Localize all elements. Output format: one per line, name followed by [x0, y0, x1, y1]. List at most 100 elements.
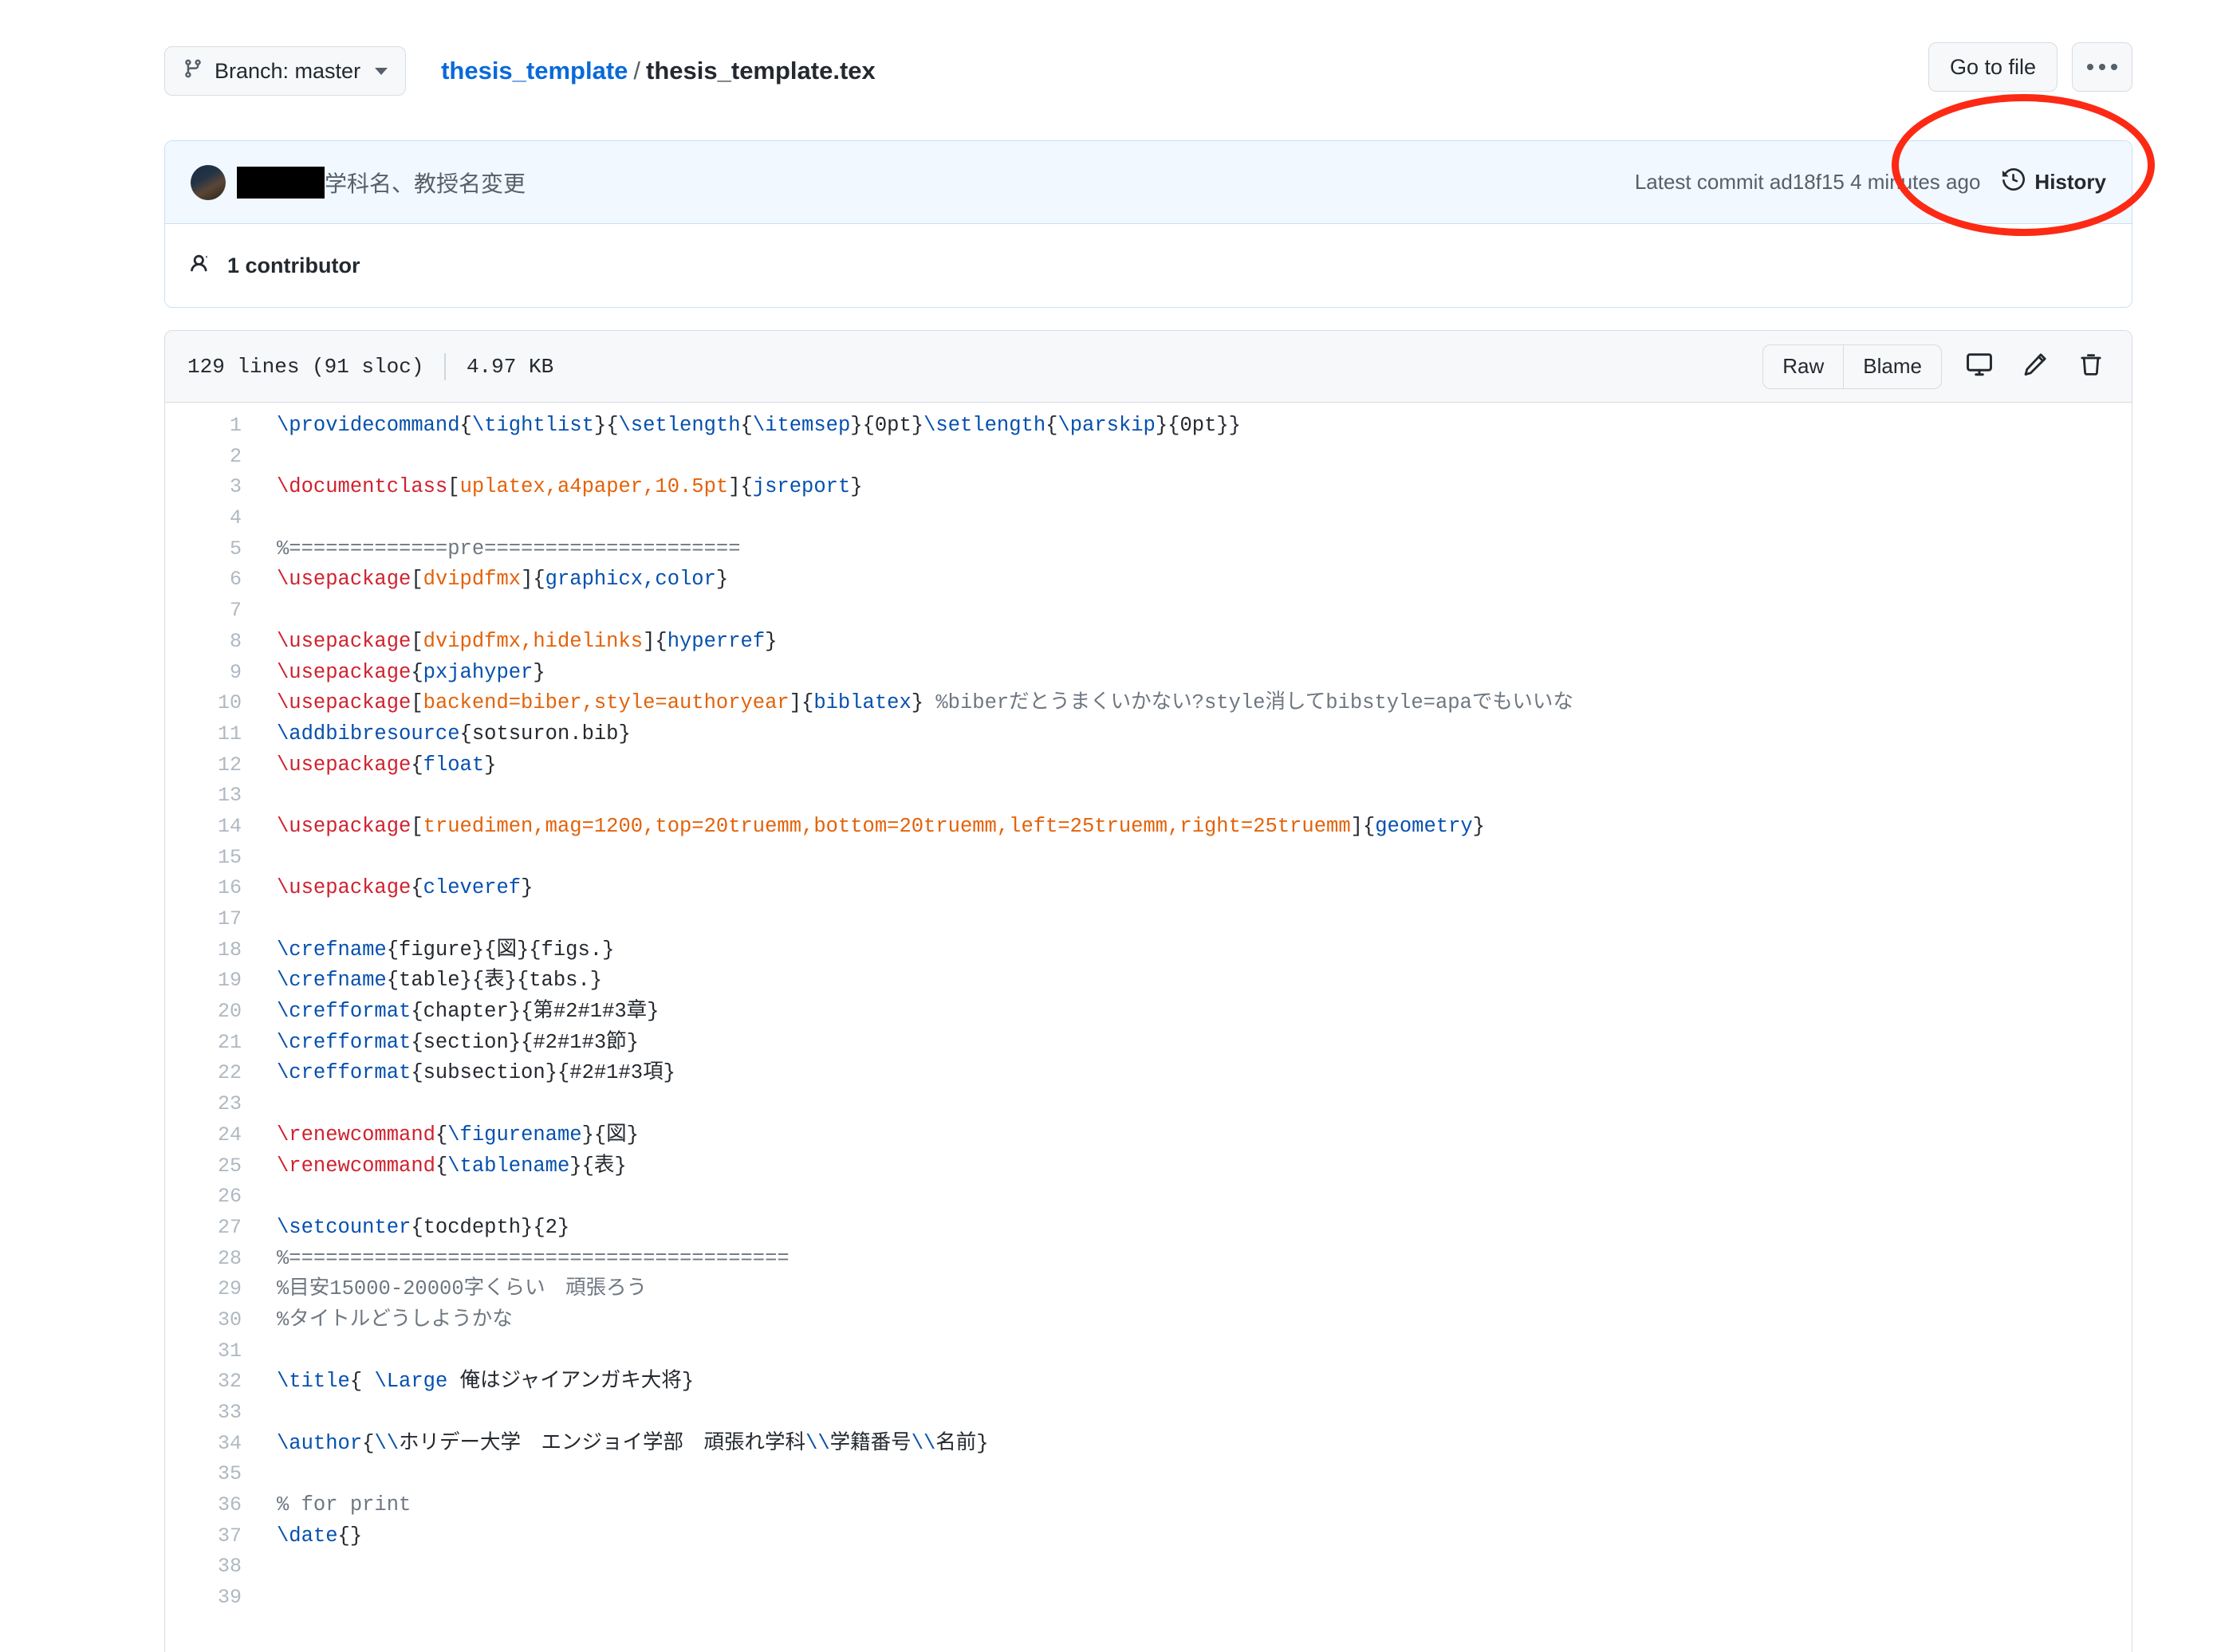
line-content: \setcounter{tocdepth}{2}: [262, 1213, 569, 1244]
line-number[interactable]: 23: [165, 1089, 262, 1120]
more-options-button[interactable]: [2072, 42, 2132, 92]
line-number[interactable]: 21: [165, 1028, 262, 1059]
breadcrumb-repo-link[interactable]: thesis_template: [441, 57, 628, 85]
code-token: \crefformat: [277, 1061, 412, 1085]
code-token: }: [850, 475, 863, 499]
line-number[interactable]: 37: [165, 1521, 262, 1552]
line-number[interactable]: 30: [165, 1305, 262, 1336]
line-content: \date{}: [262, 1521, 362, 1552]
go-to-file-button[interactable]: Go to file: [1928, 42, 2058, 92]
line-number[interactable]: 11: [165, 719, 262, 750]
breadcrumb-separator: /: [633, 57, 641, 85]
branch-selector-button[interactable]: Branch: master: [164, 46, 407, 96]
line-number[interactable]: 34: [165, 1429, 262, 1460]
line-number[interactable]: 36: [165, 1490, 262, 1521]
code-token: {}: [337, 1524, 363, 1548]
code-token: %=======================================…: [277, 1246, 790, 1270]
file-toolbar: 129 lines (91 sloc) 4.97 KB Raw Blame: [165, 331, 2132, 403]
line-number[interactable]: 5: [165, 534, 262, 565]
code-token: {: [411, 753, 423, 777]
commit-message[interactable]: 学科名、教授名変更: [325, 167, 526, 199]
code-token: \author: [277, 1431, 363, 1455]
code-token: ]{: [643, 629, 667, 653]
line-number[interactable]: 39: [165, 1583, 262, 1614]
code-line-row: 3 \documentclass[uplatex,a4paper,10.5pt]{…: [165, 472, 2132, 503]
code-token: \usepackage: [277, 753, 412, 777]
line-number[interactable]: 15: [165, 843, 262, 874]
code-line-row: 34 \author{\\ホリデー大学 エンジョイ学部 頑張れ学科\\学籍番号\\…: [165, 1429, 2132, 1460]
code-token: jsreport: [752, 475, 851, 499]
line-number[interactable]: 33: [165, 1398, 262, 1429]
line-number[interactable]: 17: [165, 904, 262, 935]
code-token: backend=biber,style=authoryear: [423, 691, 790, 715]
line-number[interactable]: 31: [165, 1336, 262, 1367]
code-line-row: 31: [165, 1336, 2132, 1367]
line-number[interactable]: 28: [165, 1244, 262, 1275]
chevron-down-icon: [375, 67, 388, 75]
breadcrumb: thesis_template / thesis_template.tex: [441, 57, 876, 85]
code-line-row: 9 \usepackage{pxjahyper}: [165, 658, 2132, 689]
line-number[interactable]: 12: [165, 750, 262, 781]
line-number[interactable]: 35: [165, 1459, 262, 1490]
code-token: [: [411, 691, 423, 715]
line-number[interactable]: 10: [165, 688, 262, 719]
code-token: {: [435, 1123, 448, 1147]
line-number[interactable]: 27: [165, 1213, 262, 1244]
code-token: }{表}: [569, 1154, 627, 1178]
line-number[interactable]: 3: [165, 472, 262, 503]
open-in-desktop-button[interactable]: [1961, 348, 1998, 385]
line-number[interactable]: 13: [165, 781, 262, 812]
line-number[interactable]: 4: [165, 503, 262, 534]
avatar[interactable]: [191, 164, 226, 200]
line-number[interactable]: 6: [165, 564, 262, 596]
line-number[interactable]: 16: [165, 873, 262, 904]
code-line-row: 23: [165, 1089, 2132, 1120]
code-token: \parskip: [1057, 414, 1156, 437]
contributors-label[interactable]: 1 contributor: [227, 254, 360, 278]
code-token: \renewcommand: [277, 1123, 435, 1147]
code-token: }: [1472, 814, 1485, 838]
line-number[interactable]: 7: [165, 596, 262, 627]
code-token: dvipdfmx,hidelinks: [423, 629, 644, 653]
blame-button[interactable]: Blame: [1843, 344, 1941, 388]
line-content: \usepackage{pxjahyper}: [262, 658, 545, 689]
line-number[interactable]: 26: [165, 1182, 262, 1213]
code-line-row: 15: [165, 843, 2132, 874]
code-token: {: [411, 660, 423, 684]
line-number[interactable]: 19: [165, 966, 262, 997]
line-number[interactable]: 38: [165, 1552, 262, 1583]
raw-button[interactable]: Raw: [1763, 345, 1843, 388]
line-number[interactable]: 20: [165, 997, 262, 1028]
line-number[interactable]: 1: [165, 411, 262, 442]
github-file-view: Branch: master thesis_template / thesis_te…: [0, 0, 2217, 1652]
code-line-row: 37 \date{}: [165, 1521, 2132, 1552]
line-number[interactable]: 32: [165, 1367, 262, 1398]
code-line-row: 19 \crefname{table}{表}{tabs.}: [165, 966, 2132, 997]
delete-file-button[interactable]: [2073, 348, 2109, 385]
line-number[interactable]: 9: [165, 658, 262, 689]
code-token: }: [521, 876, 534, 900]
line-number[interactable]: 25: [165, 1151, 262, 1182]
dot-icon: [2099, 64, 2105, 70]
line-content: \renewcommand{\figurename}{図}: [262, 1120, 639, 1151]
line-number[interactable]: 24: [165, 1120, 262, 1151]
line-number[interactable]: 8: [165, 627, 262, 658]
history-link[interactable]: History: [2002, 167, 2106, 196]
code-line-row: 1 \providecommand{\tightlist}{\setlength{…: [165, 411, 2132, 442]
line-number[interactable]: 18: [165, 935, 262, 966]
code-token: \itemsep: [752, 414, 851, 437]
code-token: \usepackage: [277, 814, 412, 838]
line-content: \usepackage[backend=biber,style=authorye…: [262, 688, 1573, 719]
line-number[interactable]: 2: [165, 442, 262, 473]
code-token: 学籍番号: [829, 1431, 912, 1455]
line-number[interactable]: 29: [165, 1274, 262, 1305]
code-token: \tablename: [447, 1154, 570, 1178]
edit-file-button[interactable]: [2017, 348, 2054, 385]
line-number[interactable]: 22: [165, 1058, 262, 1089]
code-token: pxjahyper: [423, 660, 534, 684]
code-token: }: [911, 691, 936, 715]
line-number[interactable]: 14: [165, 812, 262, 843]
code-token: [: [447, 475, 460, 499]
author-name-redaction: [237, 166, 325, 199]
code-line-row: 39: [165, 1583, 2132, 1614]
